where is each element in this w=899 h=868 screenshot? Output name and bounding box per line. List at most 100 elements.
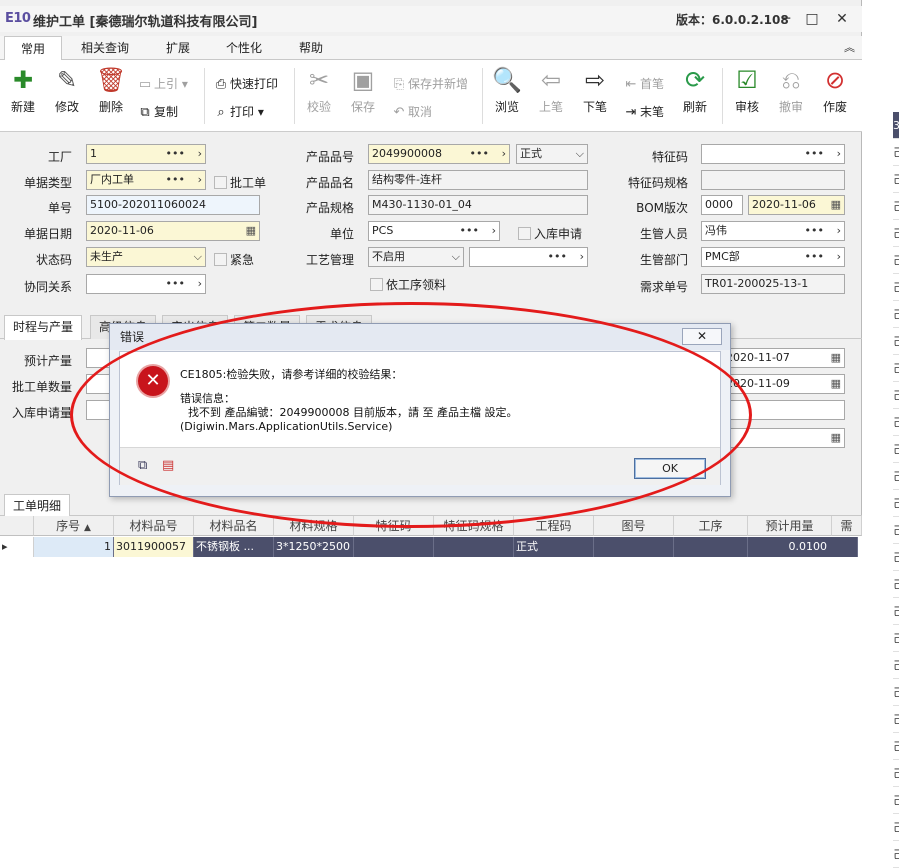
menu-help[interactable]: 帮助: [291, 36, 331, 60]
col-process[interactable]: 工序: [674, 516, 748, 536]
urgent-checkbox[interactable]: 紧急: [214, 251, 254, 268]
dialog-footer: ⧉ ▤ OK: [120, 447, 720, 485]
doc-no-field[interactable]: 5100-202011060024: [86, 195, 260, 215]
collapse-ribbon-icon[interactable]: ︽: [836, 36, 863, 60]
background-cell: 己: [893, 166, 899, 193]
cell-name[interactable]: 不锈钢板 ...: [194, 537, 274, 557]
start-date-field[interactable]: 2020-11-07 ▦: [722, 348, 845, 368]
status-select[interactable]: 未生产 ⌵: [86, 247, 206, 267]
dept-field[interactable]: PMC部 ••• ›: [701, 247, 845, 267]
edit-button[interactable]: ✎ 修改: [52, 64, 82, 115]
cell-qty[interactable]: 0.0100: [748, 537, 858, 557]
doc-type-label: 单据类型: [23, 176, 72, 190]
menu-personalize[interactable]: 个性化: [218, 36, 270, 60]
batch-checkbox[interactable]: 批工单: [214, 174, 266, 191]
cell-process[interactable]: [674, 537, 748, 557]
save-button[interactable]: ▣ 保存: [346, 64, 380, 115]
col-name[interactable]: 材料品名: [194, 516, 274, 536]
bom-version-field[interactable]: 0000: [701, 195, 743, 215]
col-eng[interactable]: 工程码: [514, 516, 594, 536]
divider: [294, 68, 295, 124]
col-drawing[interactable]: 图号: [594, 516, 674, 536]
document-icon: ▭: [138, 77, 152, 92]
quick-print-button[interactable]: ⎙ 快速打印: [212, 74, 278, 94]
bom-date-field[interactable]: 2020-11-06 ▦: [748, 195, 845, 215]
unit-field[interactable]: PCS ••• ›: [368, 221, 500, 241]
checkbox-icon: [370, 278, 383, 291]
void-button[interactable]: ⊘ 作废: [818, 64, 852, 115]
process-extra-field[interactable]: ••• ›: [469, 247, 588, 267]
check-tools-icon: ✂: [308, 66, 330, 94]
copy-icon[interactable]: ⧉: [138, 458, 147, 473]
cell-seq[interactable]: 1: [34, 537, 114, 557]
cell-spec[interactable]: 3*1250*2500: [274, 537, 354, 557]
check-button[interactable]: ✂ 校验: [302, 64, 336, 115]
background-cell: 己: [893, 193, 899, 220]
doc-date-field[interactable]: 2020-11-06 ▦: [86, 221, 260, 241]
process-mgmt-select[interactable]: 不启用 ⌵: [368, 247, 464, 267]
dialog-close-icon[interactable]: ✕: [682, 328, 722, 345]
minimize-icon[interactable]: ─: [776, 9, 796, 29]
req-no-field[interactable]: TR01-200025-13-1: [701, 274, 845, 294]
last-record-button[interactable]: ⇥ 末笔: [622, 102, 664, 122]
refresh-button[interactable]: ⟳ 刷新: [678, 64, 712, 115]
menu-related-query[interactable]: 相关查询: [73, 36, 137, 60]
col-more[interactable]: 需: [832, 516, 862, 536]
manager-field[interactable]: 冯伟 ••• ›: [701, 221, 845, 241]
browse-button[interactable]: 🔍 浏览: [490, 64, 524, 115]
prev-record-button[interactable]: ⇦ 上笔: [534, 64, 568, 115]
unaudit-button[interactable]: ⎌ 撤审: [774, 64, 808, 115]
item-name-field[interactable]: 结构零件-连杆: [368, 170, 588, 190]
ellipsis-icon: •••: [804, 250, 824, 263]
maximize-icon[interactable]: □: [802, 9, 822, 29]
cell-feature[interactable]: [354, 537, 434, 557]
collab-field[interactable]: ••• ›: [86, 274, 206, 294]
item-no-field[interactable]: 2049900008 ••• ›: [368, 144, 510, 164]
feature-spec-field[interactable]: [701, 170, 845, 190]
print-button[interactable]: ⌕ 打印 ▾: [212, 102, 264, 122]
save-and-new-button[interactable]: ⎘ 保存并新增: [390, 74, 468, 94]
title-bar: E10 维护工单 [秦德瑞尔轨道科技有限公司] 版本：6.0.0.2.108 ─…: [0, 6, 862, 32]
cell-feature-spec[interactable]: [434, 537, 514, 557]
cancel-button[interactable]: ↶ 取消: [390, 102, 432, 122]
copy-button[interactable]: ⧉ 复制: [136, 102, 178, 122]
ok-button[interactable]: OK: [634, 458, 706, 479]
cell-item[interactable]: 3011900057: [114, 537, 194, 557]
menu-common[interactable]: 常用: [4, 36, 63, 61]
doc-type-field[interactable]: 厂内工单 ••• ›: [86, 170, 206, 190]
close-icon[interactable]: ✕: [832, 9, 852, 29]
col-item[interactable]: 材料品号: [114, 516, 194, 536]
item-spec-field[interactable]: M430-1130-01_04: [368, 195, 588, 215]
item-status-select[interactable]: 正式 ⌵: [516, 144, 588, 164]
factory-field[interactable]: 1 ••• ›: [86, 144, 206, 164]
row-selector-icon[interactable]: ▸: [0, 537, 34, 557]
background-cell: 己: [893, 598, 899, 625]
col-qty[interactable]: 预计用量: [748, 516, 832, 536]
col-feature-spec[interactable]: 特征码规格: [434, 516, 514, 536]
arrow-left-icon: ⇦: [540, 66, 562, 94]
tab-schedule[interactable]: 时程与产量: [4, 315, 83, 340]
col-spec[interactable]: 材料规格: [274, 516, 354, 536]
first-record-button[interactable]: ⇤ 首笔: [622, 74, 664, 94]
print-preview-icon: ⌕: [217, 105, 225, 120]
delete-button[interactable]: 🗑 删除: [96, 64, 126, 115]
col-feature[interactable]: 特征码: [354, 516, 434, 536]
cell-drawing[interactable]: [594, 537, 674, 557]
stock-in-request-checkbox[interactable]: 入库申请: [518, 225, 582, 242]
error-dialog: 错误 ✕ ✕ CE1805:检验失败，请参考详细的校验结果： 错误信息： 找不到…: [109, 323, 731, 497]
header-form: 工厂 1 ••• › 单据类型 厂内工单 ••• › 批工单 单号 5100-20201…: [0, 140, 862, 310]
date-field-3[interactable]: [722, 400, 845, 420]
printer-icon: ⎙: [215, 77, 227, 92]
menu-extend[interactable]: 扩展: [158, 36, 198, 60]
col-seq[interactable]: 序号 ▲: [34, 516, 114, 536]
audit-button[interactable]: ☑ 审核: [730, 64, 764, 115]
prev-ref-button[interactable]: ▭ 上引 ▾: [136, 74, 188, 94]
new-button[interactable]: ✚ 新建: [8, 64, 38, 115]
cell-eng[interactable]: 正式: [514, 537, 594, 557]
feature-code-field[interactable]: ••• ›: [701, 144, 845, 164]
date-field-4[interactable]: ▦: [722, 428, 845, 448]
end-date-field[interactable]: 2020-11-09 ▦: [722, 374, 845, 394]
by-process-checkbox[interactable]: 依工序领料: [370, 276, 446, 293]
next-record-button[interactable]: ⇨ 下笔: [578, 64, 612, 115]
error-detail-icon[interactable]: ▤: [162, 458, 174, 473]
